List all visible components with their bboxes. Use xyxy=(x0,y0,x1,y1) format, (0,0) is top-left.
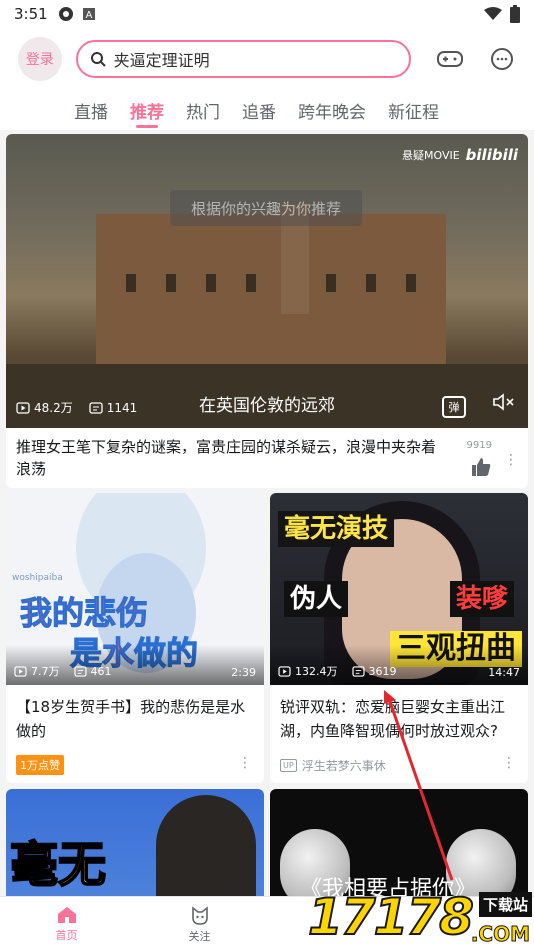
nav-home[interactable]: 首页 xyxy=(0,897,133,950)
featured-video-card[interactable]: 根据你的兴趣为你推荐 悬疑MOVIE bilibili 在英国伦敦的远郊 48.… xyxy=(6,134,528,488)
search-input[interactable]: 夹逼定理证明 xyxy=(75,40,411,78)
nav-follow-label: 关注 xyxy=(188,930,211,943)
video-stats: 132.4万 3619 xyxy=(278,663,397,679)
tab-anime[interactable]: 追番 xyxy=(242,90,276,130)
vpn-icon xyxy=(58,7,73,21)
video-thumbnail[interactable]: 毫无 底线 xyxy=(6,789,264,896)
featured-title[interactable]: 推理女王笔下复杂的谜案，富贵庄园的谋杀疑云，浪漫中夹杂着浪荡 xyxy=(16,436,446,480)
bilibili-logo: bilibili xyxy=(465,146,518,164)
thumbnail-sticker: 毫无演技 xyxy=(278,511,395,547)
up-tag: UP xyxy=(280,759,297,772)
play-count-icon xyxy=(16,401,30,414)
status-bar: 3:51 A xyxy=(0,0,534,28)
thumbnail-building xyxy=(96,214,446,374)
video-title[interactable]: 【18岁生贺手书】我的悲伤是是水做的 xyxy=(16,695,256,743)
brand-watermark: 悬疑MOVIE bilibili xyxy=(402,146,518,164)
video-thumbnail[interactable]: woshipaiba 我的悲伤 是水做的 7.7万 461 2:39 xyxy=(6,493,264,685)
thumbs-up-icon xyxy=(472,458,491,476)
uploader-name: 浮生若梦六事休 xyxy=(301,759,386,773)
game-controller-button[interactable] xyxy=(437,45,465,73)
tab-new-year-gala[interactable]: 跨年晚会 xyxy=(298,90,366,130)
watermark-domain: .COM xyxy=(470,922,530,947)
nav-follow[interactable]: 关注 xyxy=(133,897,266,950)
recommend-reason-tip: 根据你的兴趣为你推荐 xyxy=(170,190,362,226)
battery-icon xyxy=(510,5,520,23)
game-controller-icon xyxy=(437,51,464,67)
category-tabs: 直播 推荐 热门 追番 跨年晚会 新征程 xyxy=(0,90,534,130)
video-stats: 7.7万 461 xyxy=(14,663,112,679)
like-badge: 1万点赞 xyxy=(16,755,64,775)
top-header: 登录 夹逼定理证明 xyxy=(0,28,534,90)
home-icon xyxy=(57,907,76,923)
thumbnail-window xyxy=(366,274,376,292)
video-card[interactable]: 毫无 底线 xyxy=(6,789,264,896)
thumbnail-window xyxy=(126,274,136,292)
featured-thumbnail[interactable]: 根据你的兴趣为你推荐 悬疑MOVIE bilibili 在英国伦敦的远郊 48.… xyxy=(6,134,528,428)
danmaku-count: 1141 xyxy=(106,400,138,415)
search-icon xyxy=(90,52,106,67)
video-card[interactable]: woshipaiba 我的悲伤 是水做的 7.7万 461 2:39 【18岁生… xyxy=(6,493,264,783)
danmaku-toggle-button[interactable]: 弹 xyxy=(442,396,466,418)
wifi-icon xyxy=(484,7,502,20)
video-duration: 14:47 xyxy=(488,666,520,679)
danmaku-count-icon xyxy=(89,401,103,414)
uploader-info[interactable]: UP 浮生若梦六事休 xyxy=(280,757,386,774)
tab-live[interactable]: 直播 xyxy=(74,90,108,130)
login-button[interactable]: 登录 xyxy=(18,37,62,81)
search-text: 夹逼定理证明 xyxy=(113,51,210,70)
thumbnail-window xyxy=(246,274,256,292)
thumbnail-sticker: 装嗲 xyxy=(450,581,515,617)
play-count: 48.2万 xyxy=(34,401,73,415)
follow-icon xyxy=(191,906,208,925)
play-count-icon xyxy=(14,665,27,677)
thumbnail-window xyxy=(326,274,336,292)
status-time: 3:51 xyxy=(14,5,48,23)
site-watermark: 17178 下载站 .COM xyxy=(307,884,534,950)
watermark-tag: 下载站 xyxy=(478,892,532,917)
video-feed: 根据你的兴趣为你推荐 悬疑MOVIE bilibili 在英国伦敦的远郊 48.… xyxy=(0,130,534,896)
like-button[interactable] xyxy=(470,442,492,482)
more-options-icon[interactable]: ⋮ xyxy=(504,452,518,468)
thumbnail-window xyxy=(166,274,176,292)
nav-home-label: 首页 xyxy=(55,929,78,942)
message-button[interactable] xyxy=(488,45,516,73)
mute-icon xyxy=(493,393,514,411)
thumbnail-small-text: woshipaiba xyxy=(12,573,63,583)
tab-new-journey[interactable]: 新征程 xyxy=(388,90,439,130)
video-thumbnail[interactable]: 毫无演技 伪人 装嗲 三观扭曲 132.4万 3619 14:47 xyxy=(270,493,528,685)
watermark-number: 17178 xyxy=(307,887,475,947)
video-duration: 2:39 xyxy=(231,666,256,679)
brand-small-text: 悬疑MOVIE xyxy=(401,149,460,162)
tab-hot[interactable]: 热门 xyxy=(186,90,220,130)
danmaku-count: 3619 xyxy=(368,664,397,678)
danmaku-count: 461 xyxy=(90,664,112,678)
featured-stats: 48.2万 1141 xyxy=(16,399,137,416)
more-options-icon[interactable]: ⋮ xyxy=(502,755,516,771)
thumbnail-sticker: 伪人 xyxy=(284,581,349,617)
thumbnail-window xyxy=(206,274,216,292)
mute-button[interactable] xyxy=(492,392,516,416)
svg-text:A: A xyxy=(85,10,92,21)
thumbnail-person xyxy=(156,795,256,896)
thumbnail-window xyxy=(406,274,416,292)
more-options-icon[interactable]: ⋮ xyxy=(238,755,252,771)
play-count-icon xyxy=(278,665,291,677)
message-icon xyxy=(491,48,514,70)
annotation-arrow xyxy=(384,690,454,881)
thumbnail-headline: 毫无 xyxy=(9,836,107,894)
thumbnail-headline-2: 底线 xyxy=(10,889,106,896)
danmaku-count-icon xyxy=(73,665,87,677)
tab-recommend[interactable]: 推荐 xyxy=(130,90,164,130)
a-icon: A xyxy=(82,8,95,21)
danmaku-count-icon xyxy=(351,665,365,677)
play-count: 132.4万 xyxy=(295,665,338,678)
play-count: 7.7万 xyxy=(31,665,60,678)
